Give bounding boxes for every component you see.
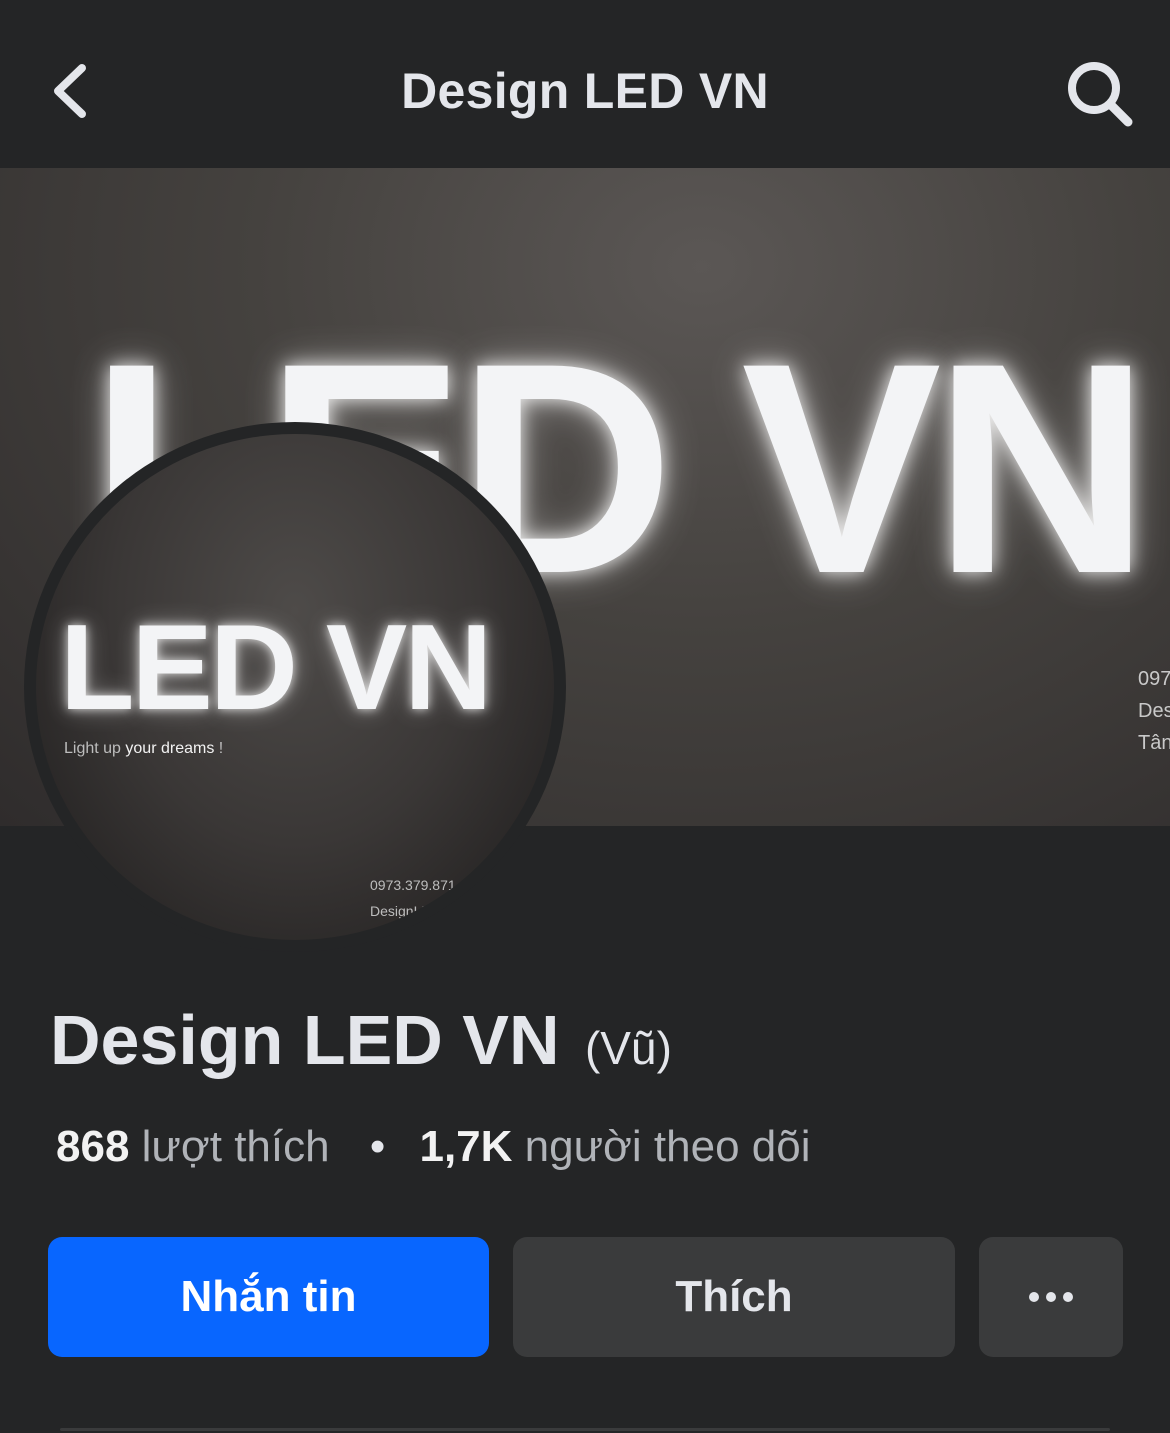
followers-label[interactable]: người theo dõi xyxy=(525,1122,811,1171)
likes-label[interactable]: lượt thích xyxy=(142,1122,330,1171)
avatar-contact: 0973.379.871 DesignLE Tâ xyxy=(370,872,456,940)
avatar-logo-text: LED VN xyxy=(60,599,492,735)
avatar-contact-line: DesignLE xyxy=(370,903,431,919)
profile-stats: 868 lượt thích • 1,7K người theo dõi xyxy=(56,1122,810,1172)
followers-count: 1,7K xyxy=(419,1122,513,1171)
profile-alt-name: (Vũ) xyxy=(584,1022,672,1074)
like-button[interactable]: Thích xyxy=(513,1237,955,1357)
search-button[interactable] xyxy=(1062,56,1138,132)
avatar-contact-line: Tâ xyxy=(370,929,387,940)
tagline-end: ! xyxy=(218,740,224,757)
top-bar: Design LED VN xyxy=(0,0,1170,168)
cover-contact-line: 097 xyxy=(1138,668,1170,690)
cover-contact-line: Des xyxy=(1138,700,1170,722)
page-title: Design LED VN xyxy=(401,63,769,119)
profile-name: Design LED VN (Vũ) xyxy=(50,1000,672,1080)
stats-separator: • xyxy=(369,1122,386,1171)
avatar-tagline: Light up your dreams ! xyxy=(64,740,223,758)
divider xyxy=(60,1428,1110,1431)
likes-count: 868 xyxy=(56,1122,130,1171)
profile-avatar[interactable]: LED VN Light up your dreams ! 0973.379.8… xyxy=(36,434,554,940)
cover-contact-text: 097 Des Tân xyxy=(1138,663,1170,759)
tagline-light: Light up xyxy=(64,740,121,757)
tagline-bold: your dreams xyxy=(125,740,215,757)
more-options-button[interactable] xyxy=(979,1237,1123,1357)
avatar-contact-line: 0973.379.871 xyxy=(370,877,456,893)
message-button[interactable]: Nhắn tin xyxy=(48,1237,489,1357)
profile-name-main: Design LED VN xyxy=(50,1001,560,1079)
cover-contact-line: Tân xyxy=(1138,732,1170,754)
search-icon xyxy=(1068,62,1133,127)
more-dots-icon xyxy=(1029,1292,1073,1302)
